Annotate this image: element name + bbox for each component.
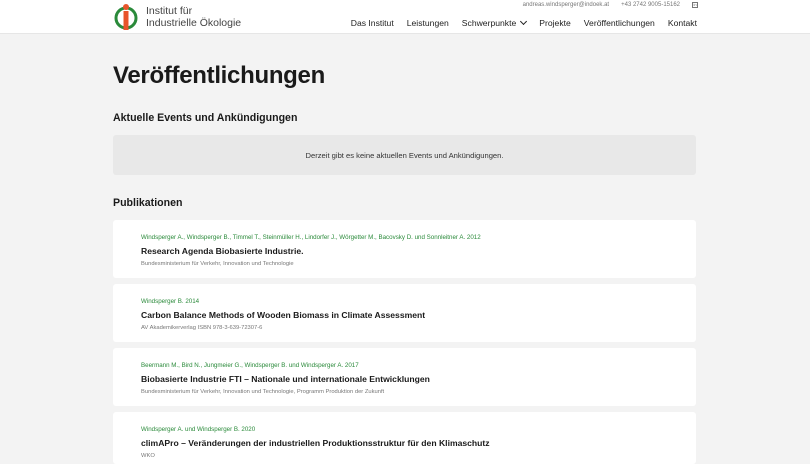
main-navigation: Das Institut Leistungen Schwerpunkte Pro… (351, 17, 697, 28)
logo-text-line1: Institut für (146, 5, 193, 17)
publication-publisher: Bundesministerium für Verkehr, Innovatio… (141, 261, 294, 267)
publication-card[interactable]: Windsperger A. und Windsperger B. 2020 c… (113, 412, 696, 464)
publication-publisher: WKO (141, 453, 155, 459)
events-empty-text: Derzeit gibt es keine aktuellen Events u… (305, 150, 504, 160)
publication-card[interactable]: Beermann M., Bird N., Jungmeier G., Wind… (113, 348, 696, 406)
site-logo[interactable]: Institut für Industrielle Ökologie (113, 3, 273, 31)
logo-text-line2: Industrielle Ökologie (146, 17, 242, 29)
contact-bar: andreas.windsperger@indoek.at +43 2742 9… (523, 2, 698, 8)
events-empty-notice: Derzeit gibt es keine aktuellen Events u… (113, 135, 696, 175)
nav-item-das-institut[interactable]: Das Institut (351, 18, 394, 28)
publication-title[interactable]: Carbon Balance Methods of Wooden Biomass… (141, 310, 425, 320)
nav-item-leistungen[interactable]: Leistungen (407, 18, 449, 28)
publication-card[interactable]: Windsperger B. 2014 Carbon Balance Metho… (113, 284, 696, 342)
publication-authors: Windsperger A., Windsperger B., Timmel T… (141, 234, 481, 241)
page-title: Veröffentlichungen (113, 62, 325, 89)
logo-mark-icon (114, 4, 138, 30)
publication-card[interactable]: Windsperger A., Windsperger B., Timmel T… (113, 220, 696, 278)
publications-heading: Publikationen (113, 197, 183, 209)
publication-publisher: Bundesministerium für Verkehr, Innovatio… (141, 389, 385, 395)
events-heading: Aktuelle Events und Ankündigungen (113, 112, 298, 124)
publication-authors: Windsperger A. und Windsperger B. 2020 (141, 426, 256, 433)
nav-item-kontakt[interactable]: Kontakt (668, 18, 697, 28)
nav-item-projekte[interactable]: Projekte (539, 18, 571, 28)
nav-item-schwerpunkte[interactable]: Schwerpunkte (462, 17, 528, 28)
email-link[interactable]: andreas.windsperger@indoek.at (523, 2, 609, 8)
publication-publisher: AV Akademikerverlag ISBN 978-3-639-72307… (141, 325, 263, 331)
nav-item-veroeffentlichungen[interactable]: Veröffentlichungen (584, 18, 655, 28)
publication-authors: Windsperger B. 2014 (141, 298, 200, 305)
publication-title[interactable]: Biobasierte Industrie FTI – Nationale un… (141, 374, 430, 384)
site-header: Institut für Industrielle Ökologie andre… (0, 0, 810, 34)
phone-link[interactable]: +43 2742 9005-15162 (621, 2, 680, 8)
publication-title[interactable]: climAPro – Veränderungen der industriell… (141, 438, 490, 448)
publication-title[interactable]: Research Agenda Biobasierte Industrie. (141, 246, 304, 256)
publication-authors: Beermann M., Bird N., Jungmeier G., Wind… (141, 362, 359, 369)
linkedin-icon[interactable]: in (692, 2, 698, 8)
chevron-down-icon (520, 17, 528, 26)
